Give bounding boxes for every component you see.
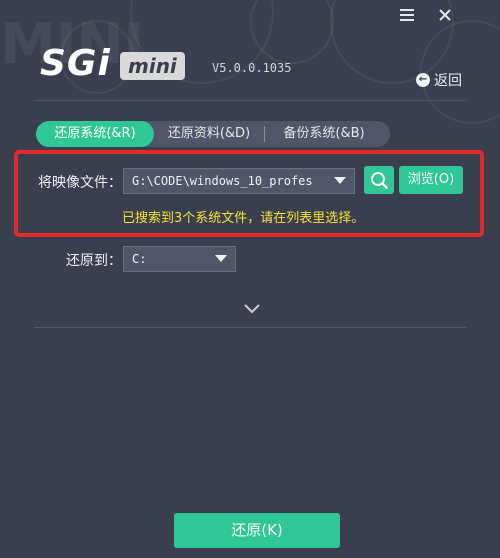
image-file-value: G:\CODE\windows_10_profes <box>132 174 313 188</box>
restore-target-select[interactable]: C: <box>123 246 236 272</box>
search-button[interactable] <box>364 166 394 194</box>
dropdown-arrow-icon <box>215 255 227 262</box>
logo-sgi: SGi <box>40 43 111 84</box>
search-icon <box>371 172 388 189</box>
logo-mini-badge: mini <box>120 52 185 80</box>
divider <box>34 327 466 328</box>
tab-restore-system[interactable]: 还原系统(&R) <box>36 121 154 147</box>
tab-backup-system[interactable]: 备份系统(&B) <box>265 121 383 147</box>
back-arrow-circle-icon: ← <box>416 73 430 87</box>
search-result-hint: 已搜索到3个系统文件，请在列表里选择。 <box>122 211 365 226</box>
chevron-down-icon[interactable] <box>243 300 261 319</box>
browse-button[interactable]: 浏览(O) <box>399 166 463 194</box>
restore-target-value: C: <box>132 252 147 266</box>
hamburger-menu-icon[interactable] <box>396 4 418 26</box>
divider <box>34 100 466 101</box>
image-file-label: 将映像文件： <box>38 175 122 191</box>
image-file-select[interactable]: G:\CODE\windows_10_profes <box>123 168 355 194</box>
version-label: V5.0.0.1035 <box>212 61 292 75</box>
tab-restore-data[interactable]: 还原资料(&D) <box>154 121 264 147</box>
tab-bar: 还原系统(&R) 还原资料(&D) 备份系统(&B) <box>36 121 390 147</box>
close-icon[interactable] <box>434 4 456 26</box>
restore-button[interactable]: 还原(K) <box>174 513 340 548</box>
restore-to-label: 还原到： <box>66 253 122 269</box>
title-bar: MINI SGi mini V5.0.0.1035 ← 返回 <box>0 0 500 100</box>
back-label: 返回 <box>434 73 462 89</box>
dropdown-arrow-icon <box>334 177 346 184</box>
back-button[interactable]: ← 返回 <box>416 70 462 90</box>
